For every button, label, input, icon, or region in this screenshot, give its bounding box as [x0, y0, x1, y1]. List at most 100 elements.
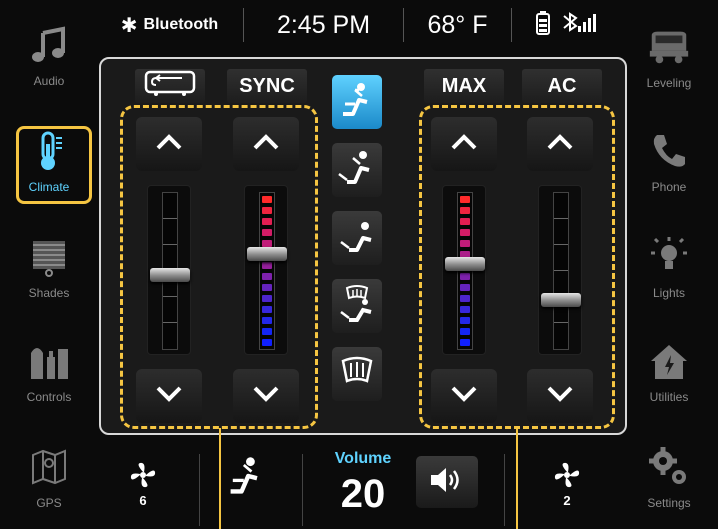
defrost-floor-icon — [337, 284, 377, 329]
status-icons — [512, 8, 620, 42]
left-temp-down-button[interactable] — [233, 369, 299, 423]
nav-label: Leveling — [646, 76, 692, 90]
slider-tick — [554, 270, 568, 271]
nav-lights[interactable]: Lights — [626, 224, 712, 310]
max-button[interactable]: MAX — [424, 69, 504, 103]
temp-segment — [460, 328, 470, 335]
temp-segment — [460, 207, 470, 214]
temp-segment — [460, 229, 470, 236]
nav-utilities[interactable]: Utilities — [626, 328, 712, 414]
outside-temp: 68° F — [404, 8, 512, 42]
volume-label: Volume — [334, 450, 392, 467]
nav-phone[interactable]: Phone — [626, 118, 712, 204]
right-temp-slider[interactable] — [442, 185, 486, 355]
chevron-down-icon — [155, 385, 183, 408]
temp-segment — [460, 339, 470, 346]
nav-shades[interactable]: Shades — [6, 224, 92, 310]
right-fan-up-button[interactable] — [527, 117, 593, 171]
temp-segment — [262, 207, 272, 214]
right-fan-slider[interactable] — [538, 185, 582, 355]
climate-panel: SYNC MAX AC — [99, 57, 627, 435]
left-fan-speed-value: 6 — [139, 493, 147, 508]
rv-leveling-icon — [646, 24, 692, 70]
chevron-up-icon — [252, 133, 280, 156]
left-fan-up-button[interactable] — [136, 117, 202, 171]
temp-segment — [262, 295, 272, 302]
nav-label: GPS — [36, 496, 62, 510]
floor-vent-icon — [337, 216, 377, 261]
chevron-down-icon — [252, 385, 280, 408]
right-temp-down-button[interactable] — [431, 369, 497, 423]
time-text: 2:45 PM — [276, 10, 371, 39]
left-nav: Audio Climate Shades Controls GPS — [0, 0, 96, 529]
nav-audio[interactable]: Audio — [6, 12, 92, 98]
bottom-bar: 6 Volume 20 2 — [96, 444, 622, 529]
sync-button[interactable]: SYNC — [227, 69, 307, 103]
face-vent-icon — [337, 80, 377, 125]
nav-settings[interactable]: Settings — [626, 434, 712, 520]
fan-icon — [130, 462, 156, 493]
chevron-down-icon — [546, 385, 574, 408]
ac-button[interactable]: AC — [522, 69, 602, 103]
climate-screen: Audio Climate Shades Controls GPS Leveli… — [0, 0, 718, 529]
slider-knob[interactable] — [247, 246, 287, 261]
map-icon — [26, 444, 72, 490]
temp-segment — [460, 317, 470, 324]
active-highlight — [16, 126, 92, 204]
mode-face-button[interactable] — [332, 75, 382, 129]
volume-value: 20 — [340, 472, 386, 516]
temp-segment — [262, 306, 272, 313]
nav-controls[interactable]: Controls — [6, 328, 92, 414]
nav-leveling[interactable]: Leveling — [626, 14, 712, 100]
nav-label: Lights — [652, 286, 686, 300]
slider-tick — [163, 218, 177, 219]
mode-face-floor-button[interactable] — [332, 143, 382, 197]
nav-gps[interactable]: GPS — [6, 434, 92, 520]
current-mode-indicator — [224, 454, 270, 500]
face-floor-vent-icon — [337, 148, 377, 193]
slider-knob[interactable] — [541, 292, 581, 307]
left-fan-slider[interactable] — [147, 185, 191, 355]
mode-defrost-floor-button[interactable] — [332, 279, 382, 333]
signal-icon — [562, 11, 596, 39]
recirculate-button[interactable] — [135, 69, 205, 103]
right-fan-down-button[interactable] — [527, 369, 593, 423]
slider-knob[interactable] — [150, 268, 190, 283]
slider-tick — [554, 322, 568, 323]
slider-groove — [553, 192, 569, 350]
temperature-text: 68° F — [427, 10, 488, 39]
slider-tick — [554, 218, 568, 219]
slider-tick — [163, 322, 177, 323]
left-fan-speed[interactable]: 6 — [118, 462, 168, 512]
bluetooth-icon: ✱ — [120, 14, 138, 37]
nav-label: Settings — [647, 496, 691, 510]
chevron-up-icon — [155, 133, 183, 156]
left-temp-slider[interactable] — [244, 185, 288, 355]
face-vent-icon — [224, 457, 268, 502]
temp-segment — [262, 339, 272, 346]
status-bar: ✱ Bluetooth 2:45 PM 68° F — [96, 0, 622, 50]
bluetooth-status[interactable]: ✱ Bluetooth — [96, 8, 244, 42]
temp-segment — [460, 240, 470, 247]
bluetooth-label: Bluetooth — [143, 16, 219, 33]
sync-label: SYNC — [239, 74, 295, 97]
mode-defrost-button[interactable] — [332, 347, 382, 401]
chevron-down-icon — [450, 385, 478, 408]
divider — [504, 454, 505, 526]
battery-icon — [536, 10, 550, 40]
temp-segment — [262, 218, 272, 225]
nav-climate[interactable]: Climate — [6, 118, 92, 204]
nav-label: Utilities — [649, 390, 689, 404]
slider-knob[interactable] — [445, 256, 485, 271]
mode-floor-button[interactable] — [332, 211, 382, 265]
controls-icon — [26, 338, 72, 384]
right-fan-speed[interactable]: 2 — [542, 462, 592, 512]
temp-segment — [262, 273, 272, 280]
right-temp-up-button[interactable] — [431, 117, 497, 171]
lightbulb-icon — [646, 234, 692, 280]
temp-segment — [262, 317, 272, 324]
left-temp-up-button[interactable] — [233, 117, 299, 171]
temp-segment — [460, 218, 470, 225]
volume-button[interactable] — [416, 456, 478, 508]
left-fan-down-button[interactable] — [136, 369, 202, 423]
